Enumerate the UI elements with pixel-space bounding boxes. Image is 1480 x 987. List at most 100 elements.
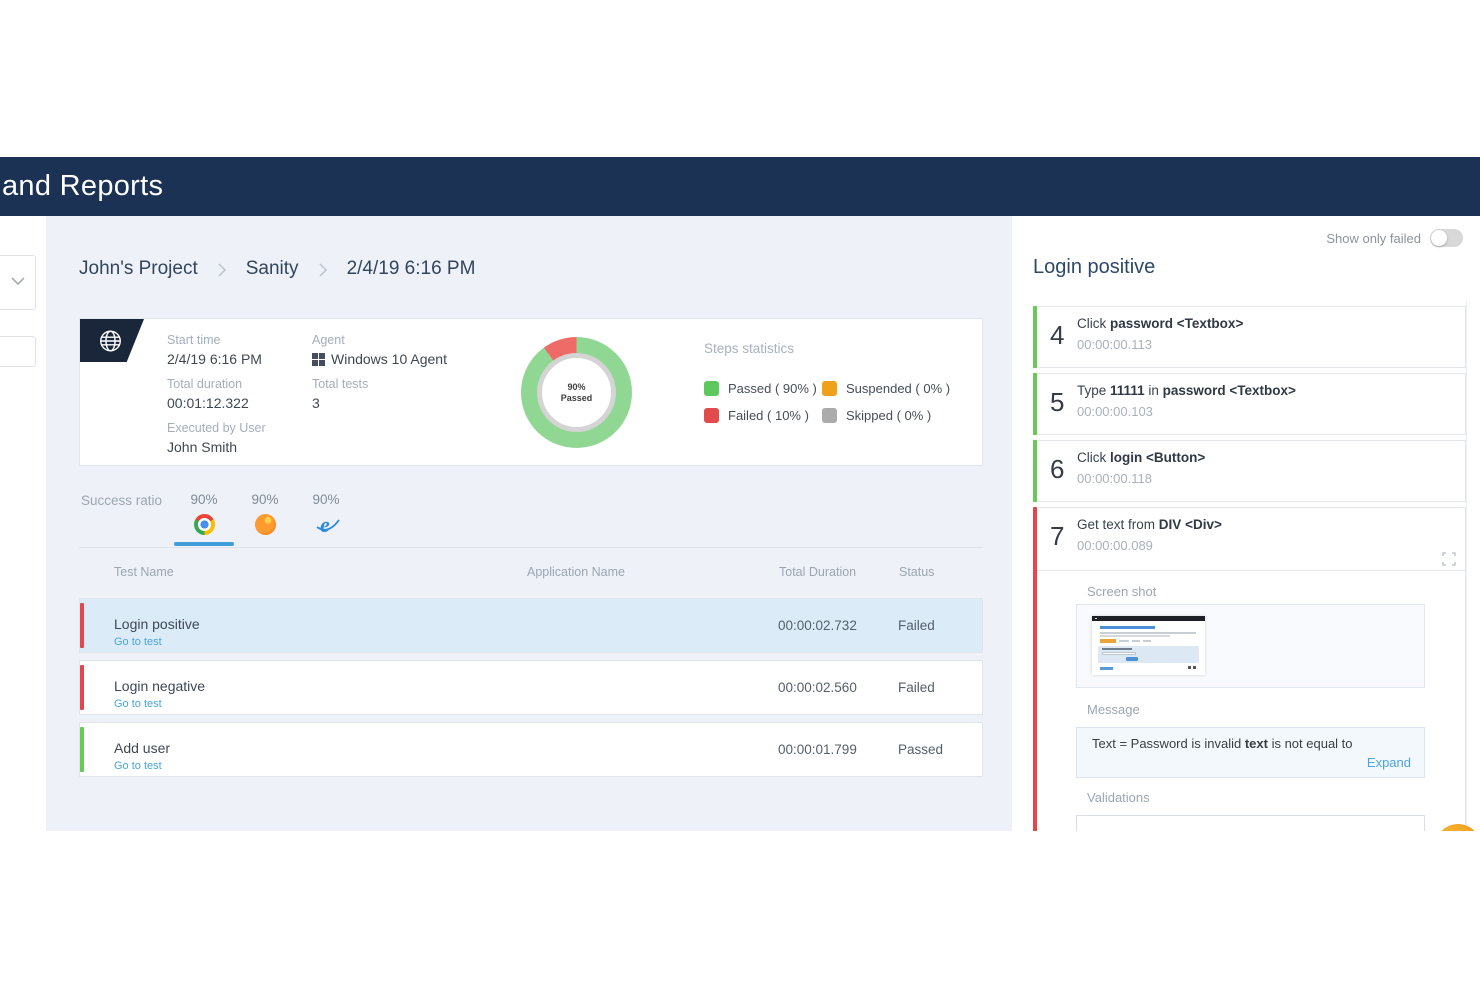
browser-tab-firefox[interactable]: 90% — [235, 492, 295, 535]
fullscreen-icon[interactable] — [1442, 552, 1456, 566]
test-duration: 00:00:01.799 — [778, 723, 898, 776]
selected-browser-indicator — [174, 542, 234, 546]
go-to-test-link[interactable]: Go to test — [114, 636, 778, 648]
field-total-duration: Total duration 00:01:12.322 — [167, 377, 249, 411]
test-row-login-positive[interactable]: Login positive Go to test 00:00:02.732 F… — [79, 598, 983, 653]
browser-tab-chrome[interactable]: 90% — [174, 492, 234, 535]
step-title: Click login <Button> — [1077, 450, 1205, 465]
windows-icon — [312, 353, 325, 366]
show-only-failed-label: Show only failed — [1326, 231, 1421, 246]
step-number: 7 — [1050, 521, 1064, 552]
test-name: Login negative — [114, 678, 778, 694]
browser-tab-ie[interactable]: 90% e — [296, 492, 356, 535]
test-row-add-user[interactable]: Add user Go to test 00:00:01.799 Passed — [79, 722, 983, 777]
expand-link[interactable]: Expand — [1367, 755, 1411, 770]
step-duration: 00:00:00.118 — [1077, 471, 1152, 486]
header-test-name: Test Name — [114, 565, 779, 579]
top-header-bar: and Reports — [0, 157, 1480, 216]
test-duration: 00:00:02.560 — [778, 661, 898, 714]
step-duration: 00:00:00.089 — [1077, 538, 1153, 553]
message-text: Text = Password is invalid text is not e… — [1092, 736, 1353, 751]
tests-table-header: Test Name Total Duration Status Applicat… — [79, 565, 983, 579]
thumb-browser-bar — [1092, 616, 1205, 621]
test-duration: 00:00:02.732 — [778, 599, 898, 652]
step-title: Click password <Textbox> — [1077, 316, 1243, 331]
step-status-bar — [1033, 440, 1037, 502]
report-main-panel: John's Project Sanity 2/4/19 6:16 PM — [46, 216, 1012, 831]
show-only-failed-toggle[interactable] — [1430, 229, 1463, 247]
show-only-failed-control: Show only failed — [1326, 229, 1463, 247]
breadcrumb-execution[interactable]: 2/4/19 6:16 PM — [347, 258, 476, 280]
validations-label: Validations — [1087, 790, 1150, 805]
field-agent: Agent Windows 10 Agent — [312, 333, 447, 367]
breadcrumb-project[interactable]: John's Project — [79, 258, 198, 280]
legend-failed: Failed ( 10% ) — [704, 408, 822, 423]
step-title: Get text from DIV <Div> — [1077, 517, 1222, 532]
step-number: 4 — [1050, 320, 1064, 351]
selected-test-title: Login positive — [1033, 256, 1155, 279]
step-title: Type 11111 in password <Textbox> — [1077, 383, 1296, 398]
status-bar-passed — [80, 727, 84, 772]
header-application-name: Application Name — [527, 565, 625, 579]
breadcrumb: John's Project Sanity 2/4/19 6:16 PM — [79, 258, 475, 280]
step-item-5[interactable]: 5 Type 11111 in password <Textbox> 00:00… — [1033, 373, 1466, 435]
step-status-bar — [1033, 373, 1037, 435]
legend-suspended-swatch — [822, 381, 837, 396]
toggle-knob — [1431, 230, 1447, 246]
field-total-tests: Total tests 3 — [312, 377, 368, 411]
step-number: 5 — [1050, 387, 1064, 418]
chrome-icon — [194, 514, 215, 535]
go-to-test-link[interactable]: Go to test — [114, 760, 778, 772]
screenshot-thumbnail[interactable] — [1092, 616, 1205, 675]
go-to-test-link[interactable]: Go to test — [114, 698, 778, 710]
svg-text:e: e — [320, 514, 330, 536]
step-item-7-expanded[interactable]: 7 Get text from DIV <Div> 00:00:00.089 S… — [1033, 507, 1466, 831]
validations-box — [1076, 815, 1425, 831]
success-ratio-label: Success ratio — [81, 493, 162, 508]
status-bar-failed — [80, 603, 84, 648]
legend-suspended: Suspended ( 0% ) — [822, 381, 950, 396]
divider — [79, 547, 983, 548]
test-status: Passed — [898, 723, 982, 776]
page-title: and Reports — [2, 170, 163, 203]
legend-skipped-swatch — [822, 408, 837, 423]
panel-scroll-track — [1466, 301, 1467, 831]
step-status-bar — [1033, 306, 1037, 368]
chevron-down-icon — [10, 276, 26, 286]
test-steps-panel: Show only failed Login positive 4 Click … — [1012, 216, 1480, 831]
test-row-login-negative[interactable]: Login negative Go to test 00:00:02.560 F… — [79, 660, 983, 715]
message-box: Text = Password is invalid text is not e… — [1076, 727, 1425, 778]
steps-statistics-title: Steps statistics — [704, 341, 794, 356]
breadcrumb-job[interactable]: Sanity — [246, 258, 299, 280]
web-platform-badge — [80, 319, 144, 362]
steps-donut-chart: 90% Passed — [521, 337, 632, 448]
test-name: Add user — [114, 740, 778, 756]
legend-failed-swatch — [704, 408, 719, 423]
summary-card: Start time 2/4/19 6:16 PM Agent Windows … — [79, 318, 983, 466]
legend-passed-swatch — [704, 381, 719, 396]
chevron-right-icon — [217, 262, 227, 278]
field-start-time: Start time 2/4/19 6:16 PM — [167, 333, 262, 367]
chevron-right-icon — [318, 262, 328, 278]
legend-skipped: Skipped ( 0% ) — [822, 408, 950, 423]
project-dropdown[interactable] — [0, 255, 36, 310]
globe-icon — [97, 328, 124, 354]
step-duration: 00:00:00.113 — [1077, 337, 1152, 352]
steps-legend: Passed ( 90% ) Suspended ( 0% ) Failed (… — [704, 381, 950, 423]
donut-center-label: 90% Passed — [537, 353, 616, 432]
message-label: Message — [1087, 702, 1140, 717]
step-item-6[interactable]: 6 Click login <Button> 00:00:00.118 — [1033, 440, 1466, 502]
step-duration: 00:00:00.103 — [1077, 404, 1153, 419]
screenshot-label: Screen shot — [1087, 584, 1156, 599]
test-status: Failed — [898, 599, 982, 652]
step-detail: Screen shot Message Text = Password is i… — [1037, 570, 1465, 831]
header-total-duration: Total Duration — [779, 565, 899, 579]
search-input[interactable] — [0, 336, 36, 367]
firefox-icon — [255, 514, 276, 535]
step-item-4[interactable]: 4 Click password <Textbox> 00:00:00.113 — [1033, 306, 1466, 368]
status-bar-failed — [80, 665, 84, 710]
screenshot-box — [1076, 604, 1425, 688]
app-content: John's Project Sanity 2/4/19 6:16 PM — [0, 216, 1480, 831]
internet-explorer-icon: e — [316, 514, 337, 535]
test-status: Failed — [898, 661, 982, 714]
